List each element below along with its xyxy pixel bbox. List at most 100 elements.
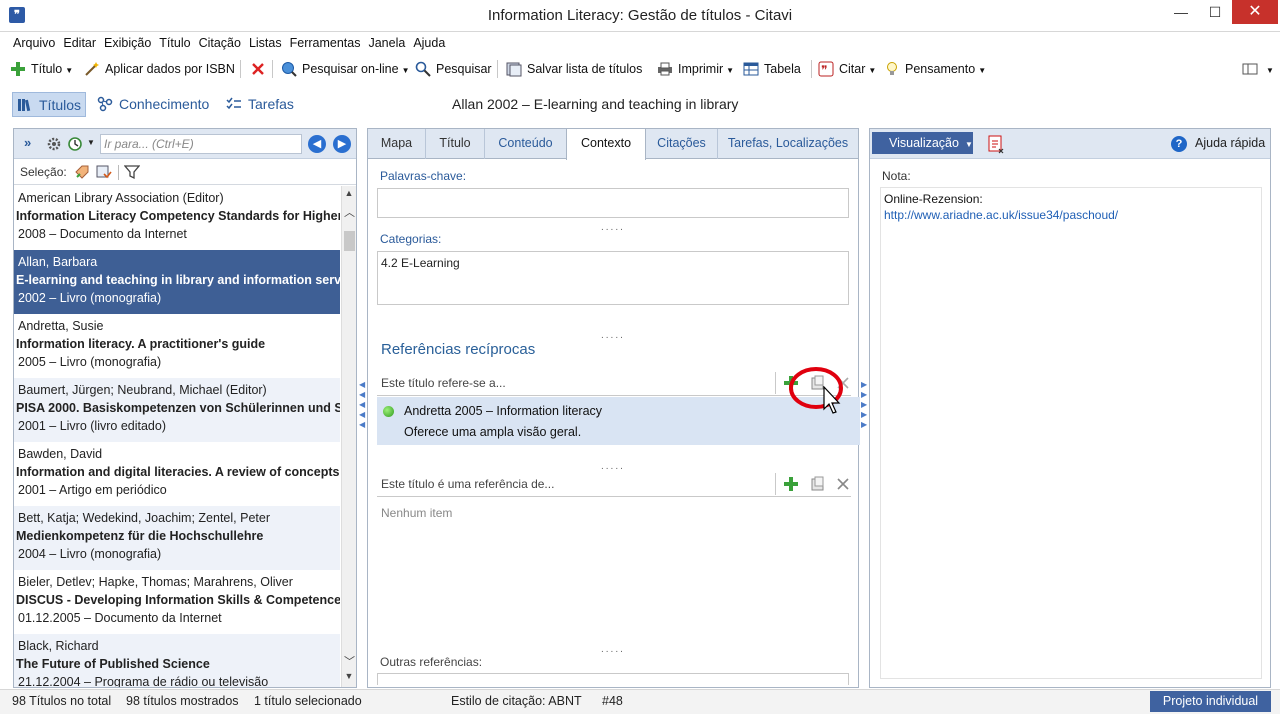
resize-grip[interactable]: ..... — [601, 222, 625, 233]
search-button[interactable]: Pesquisar — [415, 56, 492, 82]
preview-label: Visualização — [889, 136, 959, 150]
list-item-authors: Bawden, David — [18, 447, 103, 461]
help-icon[interactable]: ? — [1171, 136, 1187, 152]
tab-tarefas-localizacoes[interactable]: Tarefas, Localizações — [718, 129, 858, 159]
list-item-meta: 01.12.2005 – Documento da Internet — [18, 611, 222, 625]
dropdown-arrow-icon[interactable]: ▼ — [65, 66, 73, 75]
list-item-selected[interactable]: Allan, Barbara E-learning and teaching in… — [14, 250, 340, 314]
list-item-title: Medienkompetenz für die Hochschullehre — [16, 529, 264, 543]
dropdown-arrow-icon[interactable]: ▼ — [978, 66, 986, 75]
preview-dropdown-button[interactable]: Visualização ▼ — [872, 132, 973, 154]
dropdown-arrow-icon[interactable]: ▼ — [726, 66, 734, 75]
edit-reference-icon[interactable] — [810, 476, 826, 492]
save-title-list-button[interactable]: Salvar lista de títulos — [506, 56, 642, 82]
previous-arrow-icon[interactable]: ◀ — [308, 135, 326, 153]
print-button[interactable]: Imprimir ▼ — [657, 56, 734, 82]
selection-list-icon[interactable] — [96, 164, 112, 180]
keywords-field[interactable] — [377, 188, 849, 218]
online-search-label: Pesquisar on-line — [302, 62, 399, 76]
menu-editar[interactable]: Editar — [59, 32, 100, 54]
reference-list[interactable]: American Library Association (Editor) Inf… — [14, 186, 340, 687]
resize-grip[interactable]: ..... — [601, 330, 625, 341]
list-item[interactable]: Baumert, Jürgen; Neubrand, Michael (Edit… — [14, 378, 340, 442]
menu-titulo[interactable]: Título — [155, 32, 194, 54]
menu-listas[interactable]: Listas — [245, 32, 286, 54]
tab-conteudo[interactable]: Conteúdo — [485, 129, 567, 159]
list-item-authors: American Library Association (Editor) — [18, 191, 224, 205]
other-references-field[interactable] — [377, 673, 849, 685]
menu-exibicao[interactable]: Exibição — [100, 32, 155, 54]
menu-citacao[interactable]: Citação — [195, 32, 245, 54]
list-item-authors: Allan, Barbara — [18, 255, 98, 269]
minimize-button[interactable]: — — [1164, 0, 1198, 24]
isbn-button[interactable]: Aplicar dados por ISBN — [84, 56, 235, 82]
menu-ferramentas[interactable]: Ferramentas — [286, 32, 365, 54]
list-item[interactable]: Black, Richard The Future of Published Sc… — [14, 634, 340, 687]
tab-citacoes[interactable]: Citações — [646, 129, 718, 159]
close-window-button[interactable]: ✕ — [1232, 0, 1278, 24]
mode-knowledge-tab[interactable]: Conhecimento — [93, 92, 213, 117]
empty-list-text: Nenhum item — [381, 506, 453, 520]
list-item-authors: Andretta, Susie — [18, 319, 104, 333]
reciprocal-references-heading: Referências recíprocas — [381, 341, 536, 358]
add-reference-icon[interactable] — [783, 476, 799, 492]
list-item-authors: Bett, Katja; Wedekind, Joachim; Zentel, … — [18, 511, 270, 525]
selection-tag-icon[interactable] — [74, 164, 90, 180]
categories-field[interactable]: 4.2 E-Learning — [377, 251, 849, 305]
scroll-thumb[interactable] — [344, 231, 355, 251]
list-item[interactable]: Bawden, David Information and digital lit… — [14, 442, 340, 506]
tab-titulo[interactable]: Título — [426, 129, 485, 159]
list-item[interactable]: Andretta, Susie Information literacy. A p… — [14, 314, 340, 378]
save-list-icon — [506, 62, 522, 77]
reference-list-scrollbar[interactable]: ▲ ︿ ﹀ ▼ — [341, 186, 356, 687]
menu-arquivo[interactable]: Arquivo — [9, 32, 59, 54]
scroll-top-icon[interactable]: ▲ — [344, 188, 354, 200]
mode-tasks-tab[interactable]: Tarefas — [222, 92, 300, 117]
scroll-bottom-icon[interactable]: ▼ — [344, 671, 354, 683]
list-item[interactable]: Bett, Katja; Wedekind, Joachim; Zentel, … — [14, 506, 340, 570]
reference-item-comment: Oferece uma ampla visão geral. — [404, 425, 582, 439]
note-link[interactable]: http://www.ariadne.ac.uk/issue34/paschou… — [884, 208, 1118, 222]
reference-list-toolbar: » ▼ Ir para... (Ctrl+E) ◀ ▶ — [14, 129, 356, 159]
tab-contexto[interactable]: Contexto — [566, 129, 646, 160]
menu-ajuda[interactable]: Ajuda — [409, 32, 449, 54]
thought-button[interactable]: Pensamento ▼ — [884, 56, 986, 82]
online-search-button[interactable]: Pesquisar on-line ▼ — [281, 56, 410, 82]
dropdown-arrow-icon[interactable]: ▼ — [868, 66, 876, 75]
scroll-down-icon[interactable]: ﹀ — [344, 653, 355, 668]
menu-janela[interactable]: Janela — [364, 32, 409, 54]
cite-button[interactable]: ❞ Citar ▼ — [818, 56, 876, 82]
dropdown-arrow-icon[interactable]: ▼ — [1266, 66, 1274, 75]
remove-reference-icon[interactable] — [835, 476, 851, 492]
tab-mapa[interactable]: Mapa — [368, 129, 426, 159]
goto-search-input[interactable]: Ir para... (Ctrl+E) — [100, 134, 302, 154]
delete-button[interactable] — [250, 56, 271, 82]
note-field[interactable]: Online-Rezension: http://www.ariadne.ac.… — [880, 187, 1262, 679]
pdf-icon[interactable] — [987, 135, 1007, 155]
mode-titles-tab[interactable]: Títulos — [12, 92, 86, 117]
list-item-title: Information and digital literacies. A re… — [16, 465, 340, 479]
quick-help-label[interactable]: Ajuda rápida — [1195, 136, 1265, 150]
scroll-up-icon[interactable]: ︿ — [344, 204, 355, 219]
title-bar: ❞ Information Literacy: Gestão de título… — [0, 0, 1280, 32]
dropdown-arrow-icon[interactable]: ▼ — [402, 66, 410, 75]
gear-icon[interactable] — [46, 136, 62, 152]
expand-panel-icon[interactable]: » — [24, 135, 31, 150]
maximize-button[interactable]: ☐ — [1198, 0, 1232, 24]
left-splitter-handle[interactable]: ◀ ◀ ◀ ◀ ◀ — [359, 380, 365, 440]
list-item[interactable]: Bieler, Detlev; Hapke, Thomas; Marahrens… — [14, 570, 340, 634]
history-clock-icon[interactable] — [67, 136, 83, 152]
list-item[interactable]: American Library Association (Editor) Inf… — [14, 186, 340, 250]
new-title-button[interactable]: Título ▼ — [10, 56, 73, 82]
layout-options-button[interactable]: ▼ — [1242, 56, 1274, 82]
history-dropdown-icon[interactable]: ▼ — [87, 138, 95, 147]
status-citation-style[interactable]: Estilo de citação: ABNT — [451, 690, 582, 713]
right-splitter-handle[interactable]: ▶ ▶ ▶ ▶ ▶ — [861, 380, 867, 440]
project-type-badge[interactable]: Projeto individual — [1150, 691, 1271, 712]
dropdown-arrow-icon: ▼ — [964, 140, 973, 149]
status-reference-number: #48 — [602, 694, 623, 708]
filter-icon[interactable] — [124, 164, 140, 180]
table-button[interactable]: Tabela — [743, 56, 801, 82]
resize-grip[interactable]: ..... — [601, 644, 625, 655]
next-arrow-icon[interactable]: ▶ — [333, 135, 351, 153]
